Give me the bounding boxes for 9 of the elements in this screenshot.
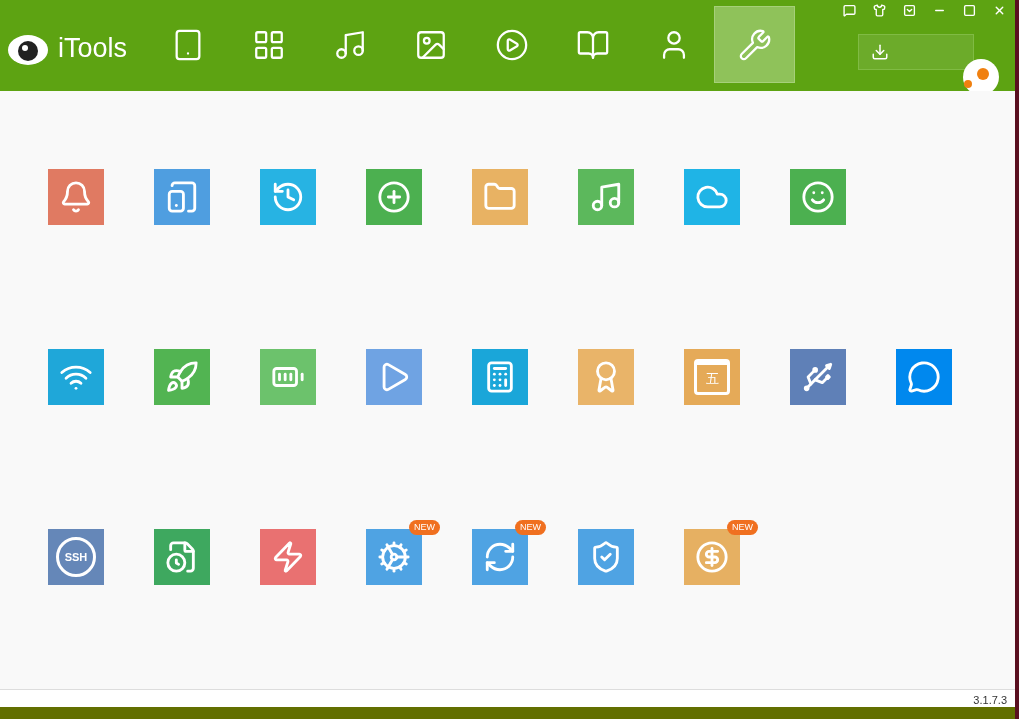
app-title: iTools [58, 34, 128, 62]
window-icon: 五 [694, 359, 730, 395]
version-text: 3.1.7.3 [973, 693, 1007, 707]
tool-tile[interactable]: SSH [48, 529, 104, 585]
ssh-icon: SSH [56, 537, 96, 577]
new-badge: NEW [727, 520, 758, 535]
tool-tile[interactable]: 五 [684, 349, 740, 405]
new-badge: NEW [515, 520, 546, 535]
new-badge: NEW [409, 520, 440, 535]
